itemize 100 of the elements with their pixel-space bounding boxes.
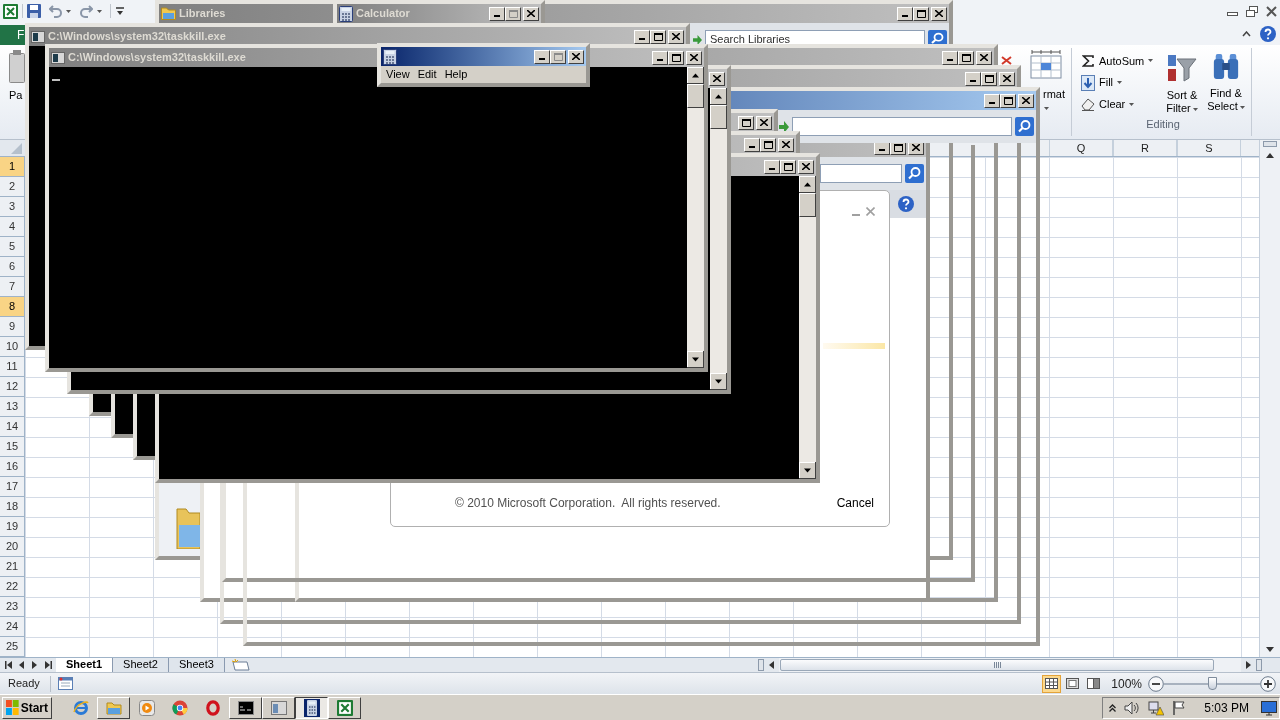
- file-tab[interactable]: F: [0, 25, 25, 45]
- zoom-in-icon[interactable]: [1260, 675, 1276, 692]
- maximize-button[interactable]: [780, 159, 796, 174]
- slider-thumb[interactable]: [1208, 676, 1217, 690]
- desktop-icon[interactable]: [1261, 699, 1277, 716]
- save-icon[interactable]: [27, 4, 41, 18]
- minimize-button[interactable]: [534, 49, 550, 64]
- maximize-button[interactable]: [668, 50, 684, 65]
- scroll-down-icon[interactable]: [710, 373, 727, 390]
- row-header[interactable]: 12: [0, 377, 25, 397]
- first-icon[interactable]: [5, 661, 12, 669]
- calculator-icon[interactable]: [303, 698, 320, 717]
- row-header[interactable]: 24: [0, 617, 25, 637]
- close-button[interactable]: [778, 137, 794, 152]
- row-header[interactable]: 5: [0, 237, 25, 257]
- row-header[interactable]: 10: [0, 337, 25, 357]
- scroll-down-icon[interactable]: [687, 351, 704, 368]
- previous-icon[interactable]: [19, 661, 24, 669]
- minimize-button[interactable]: [984, 93, 1000, 108]
- speaker-icon[interactable]: [1124, 700, 1141, 715]
- help-icon[interactable]: [1260, 25, 1276, 42]
- close-button[interactable]: [568, 49, 584, 64]
- taskbar-button[interactable]: [295, 696, 328, 719]
- minimize-button[interactable]: [744, 137, 760, 152]
- maximize-button[interactable]: [1000, 93, 1016, 108]
- close-button[interactable]: [686, 50, 702, 65]
- minimize-icon[interactable]: [1227, 12, 1238, 16]
- right-arrow-icon[interactable]: [779, 120, 789, 133]
- close-button[interactable]: [1018, 93, 1034, 108]
- maximize-button[interactable]: [913, 6, 929, 21]
- scroll-down-icon[interactable]: [799, 462, 816, 479]
- search-icon[interactable]: [905, 164, 924, 183]
- row-header[interactable]: 19: [0, 517, 25, 537]
- zoom-slider[interactable]: [1164, 675, 1260, 692]
- maximize-button[interactable]: [981, 71, 997, 86]
- clock[interactable]: 5:03 PM: [1204, 698, 1249, 717]
- maximize-button[interactable]: [958, 50, 974, 65]
- row-header[interactable]: 14: [0, 417, 25, 437]
- close-button[interactable]: [976, 50, 992, 65]
- next-icon[interactable]: [32, 661, 37, 669]
- split-handle[interactable]: [1256, 659, 1262, 671]
- new-sheet-icon[interactable]: [230, 659, 251, 671]
- scroll-up-icon[interactable]: [687, 67, 704, 84]
- right-arrow-icon[interactable]: [693, 35, 702, 45]
- split-handle[interactable]: [1263, 141, 1277, 147]
- chevron-up-icon[interactable]: [1242, 30, 1251, 37]
- search-field[interactable]: [820, 164, 902, 183]
- close-button[interactable]: [709, 71, 725, 86]
- cancel-button[interactable]: Cancel: [836, 494, 874, 512]
- minimize-button[interactable]: [942, 50, 958, 65]
- restore-icon[interactable]: [1246, 5, 1258, 17]
- row-header[interactable]: 11: [0, 357, 25, 377]
- minimize-button[interactable]: [489, 6, 505, 21]
- customize-icon[interactable]: [116, 7, 124, 15]
- sheet-icon[interactable]: [57, 677, 73, 690]
- scrollbar[interactable]: [799, 176, 816, 479]
- network-warning-icon[interactable]: [1148, 699, 1165, 716]
- row-header[interactable]: 23: [0, 597, 25, 617]
- maximize-button[interactable]: [550, 49, 566, 64]
- normal-view-button[interactable]: [1042, 674, 1062, 693]
- sheet-tab[interactable]: Sheet1: [56, 658, 114, 672]
- zoom-out-icon[interactable]: [1148, 675, 1164, 692]
- column-header[interactable]: R: [1113, 140, 1177, 156]
- row-header[interactable]: 16: [0, 457, 25, 477]
- caret-icon[interactable]: [66, 9, 71, 13]
- row-header[interactable]: 18: [0, 497, 25, 517]
- minimize-button[interactable]: [897, 6, 913, 21]
- maximize-button[interactable]: [738, 115, 754, 130]
- x-logo-icon[interactable]: [336, 699, 353, 716]
- maximize-button[interactable]: [760, 137, 776, 152]
- maximize-button[interactable]: [505, 6, 521, 21]
- row-header[interactable]: 7: [0, 277, 25, 297]
- close-button[interactable]: [668, 29, 684, 44]
- row-header[interactable]: 1: [0, 157, 25, 177]
- row-header[interactable]: 25: [0, 637, 25, 657]
- row-header[interactable]: 9: [0, 317, 25, 337]
- terminal-icon[interactable]: [237, 700, 254, 715]
- row-header[interactable]: 3: [0, 197, 25, 217]
- row-header[interactable]: 2: [0, 177, 25, 197]
- autosum-button[interactable]: AutoSum: [1081, 50, 1160, 72]
- row-header[interactable]: 4: [0, 217, 25, 237]
- close-button[interactable]: [756, 115, 772, 130]
- vertical-scrollbar[interactable]: [1259, 140, 1280, 657]
- sheet-tab[interactable]: Sheet2: [113, 658, 169, 672]
- row-header[interactable]: 20: [0, 537, 25, 557]
- scrollbar[interactable]: [687, 67, 704, 368]
- minimize-button[interactable]: [652, 50, 668, 65]
- sheet-tab[interactable]: Sheet3: [168, 658, 225, 672]
- column-header[interactable]: Q: [1049, 140, 1113, 156]
- close-button[interactable]: [931, 6, 947, 21]
- close-icon[interactable]: [1266, 5, 1277, 17]
- search-icon[interactable]: [1015, 117, 1034, 136]
- cross-icon[interactable]: [1000, 56, 1013, 65]
- minimize-button[interactable]: [764, 159, 780, 174]
- close-button[interactable]: [999, 71, 1015, 86]
- zoom-level-text[interactable]: 100%: [1111, 674, 1142, 693]
- close-button[interactable]: [523, 6, 539, 21]
- minimize-button[interactable]: [634, 29, 650, 44]
- row-header[interactable]: 22: [0, 577, 25, 597]
- menu-item[interactable]: Help: [440, 66, 472, 83]
